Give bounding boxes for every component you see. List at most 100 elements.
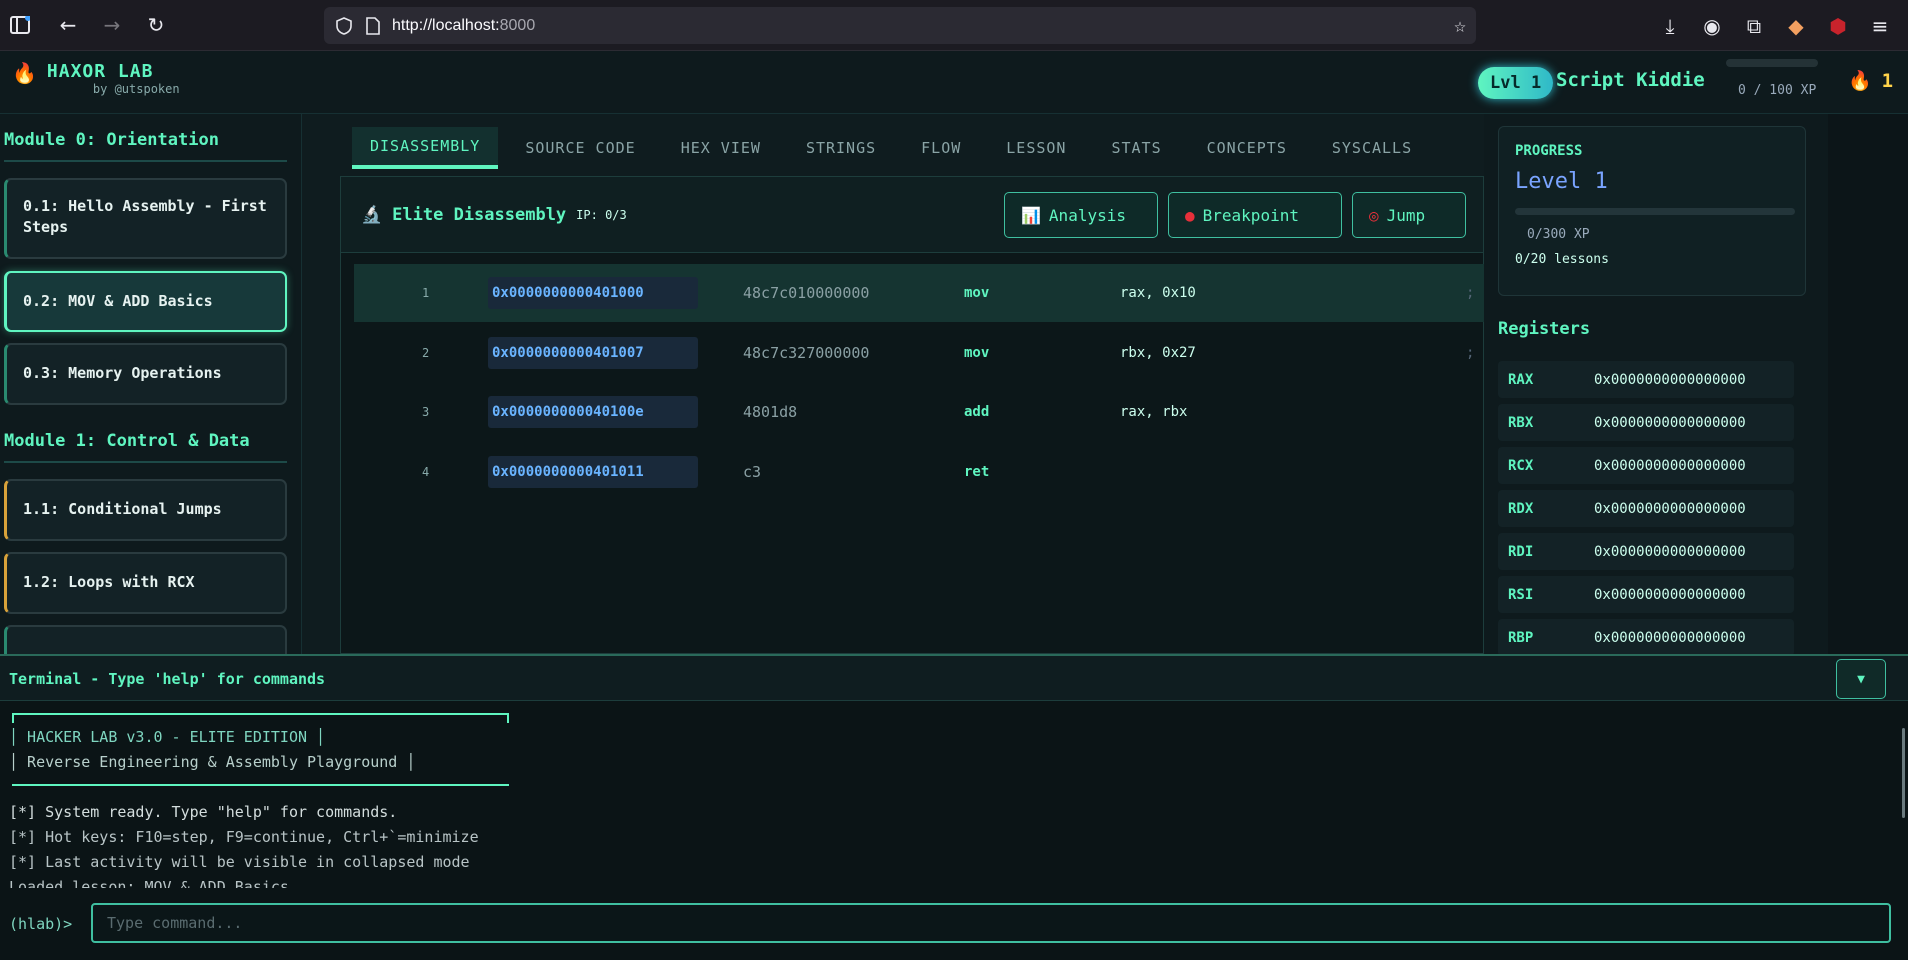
terminal-header: Terminal - Type 'help' for commands ▼ xyxy=(0,656,1908,701)
lesson-item[interactable]: 0.3: Memory Operations xyxy=(4,343,287,405)
terminal-title: Terminal - Type 'help' for commands xyxy=(9,670,326,688)
logo[interactable]: 🔥 HAXOR LAB by @utspoken xyxy=(12,61,180,96)
reload-icon[interactable]: ↻ xyxy=(138,7,174,43)
register-value: 0x0000000000000000 xyxy=(1594,543,1746,560)
tab-concepts[interactable]: CONCEPTS xyxy=(1189,127,1305,169)
terminal-banner xyxy=(12,713,509,786)
xp-bar xyxy=(1726,59,1818,67)
menu-icon[interactable]: ≡ xyxy=(1862,8,1898,44)
instruction-row[interactable]: 4 0x0000000000401011 c3 ret xyxy=(354,443,1485,501)
register-row: RCX 0x0000000000000000 xyxy=(1498,447,1794,484)
register-name: RCX xyxy=(1508,457,1534,474)
command-input[interactable] xyxy=(91,903,1891,943)
lesson-item[interactable] xyxy=(4,625,287,654)
url-text: http://localhost:8000 xyxy=(392,16,536,34)
mnemonic: mov xyxy=(964,285,990,301)
tab-stats[interactable]: STATS xyxy=(1093,127,1179,169)
mnemonic: ret xyxy=(964,464,990,480)
back-icon[interactable]: ← xyxy=(50,7,86,43)
tab-lesson[interactable]: LESSON xyxy=(988,127,1084,169)
line-number: 3 xyxy=(422,405,430,419)
register-row: RBP 0x0000000000000000 xyxy=(1498,619,1794,654)
progress-level: Level 1 xyxy=(1515,169,1608,194)
terminal-scrollbar[interactable] xyxy=(1902,728,1905,818)
register-value: 0x0000000000000000 xyxy=(1594,371,1746,388)
module-title: Module 1: Control & Data xyxy=(4,405,287,463)
operands: rax, rbx xyxy=(1120,404,1188,420)
chart-icon: 📊 xyxy=(1021,205,1041,225)
tab-syscalls[interactable]: SYSCALLS xyxy=(1314,127,1430,169)
address[interactable]: 0x0000000000401011 xyxy=(488,456,698,488)
url-bar[interactable]: http://localhost:8000 ☆ xyxy=(324,7,1476,44)
logo-title: HAXOR LAB xyxy=(46,61,154,82)
lesson-item[interactable]: 1.1: Conditional Jumps xyxy=(4,479,287,541)
breakpoint-button[interactable]: ● Breakpoint xyxy=(1168,192,1342,238)
disassembly-title-text: Elite Disassembly xyxy=(392,205,567,225)
jump-label: Jump xyxy=(1386,205,1426,225)
star-icon[interactable]: ☆ xyxy=(1454,13,1466,37)
register-name: RDX xyxy=(1508,500,1534,517)
ip-indicator: IP: 0/3 xyxy=(576,208,627,222)
tab-strings[interactable]: STRINGS xyxy=(788,127,894,169)
fire-icon: 🔥 xyxy=(1848,70,1872,92)
lesson-item[interactable]: 1.2: Loops with RCX xyxy=(4,552,287,614)
opcode-bytes: 48c7c327000000 xyxy=(743,344,870,362)
info-panel: PROGRESS Level 1 0/300 XP 0/20 lessons R… xyxy=(1484,114,1828,654)
breakpoint-label: Breakpoint xyxy=(1202,205,1299,225)
terminal-line: Loaded lesson: MOV & ADD Basics xyxy=(9,878,289,888)
jump-button[interactable]: ◎ Jump xyxy=(1352,192,1466,238)
terminal-line: [*] Hot keys: F10=step, F9=continue, Ctr… xyxy=(9,828,479,846)
instruction-row[interactable]: 3 0x000000000040100e 4801d8 add rax, rbx xyxy=(354,383,1485,441)
level-badge: Lvl 1 xyxy=(1478,67,1554,99)
operands: rax, 0x10 xyxy=(1120,285,1196,301)
progress-card: PROGRESS Level 1 0/300 XP 0/20 lessons xyxy=(1498,126,1806,296)
disassembly-title: 🔬 Elite Disassembly IP: 0/3 xyxy=(361,205,627,225)
mnemonic: add xyxy=(964,404,990,420)
comment[interactable]: ; xyxy=(1466,285,1474,301)
address[interactable]: 0x0000000000401000 xyxy=(488,277,698,309)
mnemonic: mov xyxy=(964,345,990,361)
flame-icon: 🔥 xyxy=(12,61,37,85)
right-gutter xyxy=(1828,114,1908,654)
tab-hex-view[interactable]: HEX VIEW xyxy=(663,127,779,169)
progress-label: PROGRESS xyxy=(1515,143,1583,159)
addon-icon[interactable]: ◆ xyxy=(1778,8,1814,44)
module-title: Module 0: Orientation xyxy=(4,114,287,162)
tab-disassembly[interactable]: DISASSEMBLY xyxy=(352,127,499,169)
download-icon[interactable]: ⤓ xyxy=(1652,8,1688,44)
disassembly-panel: 🔬 Elite Disassembly IP: 0/3 📊 Analysis ●… xyxy=(340,176,1485,654)
collapse-terminal-button[interactable]: ▼ xyxy=(1836,659,1886,699)
extensions-icon[interactable]: ⧉ xyxy=(1736,8,1772,44)
tab-flow[interactable]: FLOW xyxy=(903,127,979,169)
main-panel: DISASSEMBLY SOURCE CODE HEX VIEW STRINGS… xyxy=(302,114,1485,654)
ublock-icon[interactable]: ⬢ xyxy=(1820,8,1856,44)
account-icon[interactable]: ◉ xyxy=(1694,8,1730,44)
target-icon: ◎ xyxy=(1369,205,1379,225)
browser-toolbar: ← → ↻ http://localhost:8000 ☆ ⤓ ◉ ⧉ ◆ ⬢ … xyxy=(0,0,1908,51)
address[interactable]: 0x000000000040100e xyxy=(488,396,698,428)
forward-icon[interactable]: → xyxy=(94,7,130,43)
register-row: RDI 0x0000000000000000 xyxy=(1498,533,1794,570)
banner-line: │ HACKER LAB v3.0 - ELITE EDITION │ xyxy=(9,728,326,746)
lesson-item-active[interactable]: 0.2: MOV & ADD Basics xyxy=(4,271,287,332)
comment[interactable]: ; xyxy=(1466,345,1474,361)
register-value: 0x0000000000000000 xyxy=(1594,586,1746,603)
tab-source-code[interactable]: SOURCE CODE xyxy=(507,127,653,169)
address[interactable]: 0x0000000000401007 xyxy=(488,337,698,369)
register-row: RDX 0x0000000000000000 xyxy=(1498,490,1794,527)
register-name: RAX xyxy=(1508,371,1534,388)
breakpoint-icon: ● xyxy=(1185,205,1195,225)
instruction-row[interactable]: 1 0x0000000000401000 48c7c010000000 mov … xyxy=(354,264,1485,322)
microscope-icon: 🔬 xyxy=(361,205,383,225)
terminal-line: [*] Last activity will be visible in col… xyxy=(9,853,470,871)
sidebar-icon[interactable] xyxy=(2,7,38,43)
lesson-item[interactable]: 0.1: Hello Assembly - First Steps xyxy=(4,178,287,259)
progress-xp: 0/300 XP xyxy=(1527,227,1590,242)
analysis-button[interactable]: 📊 Analysis xyxy=(1004,192,1158,238)
shield-icon xyxy=(336,16,352,35)
register-name: RSI xyxy=(1508,586,1534,603)
terminal-prompt: (hlab)> xyxy=(9,915,73,933)
register-value: 0x0000000000000000 xyxy=(1594,414,1746,431)
lesson-sidebar: Module 0: Orientation 0.1: Hello Assembl… xyxy=(0,114,302,654)
instruction-row[interactable]: 2 0x0000000000401007 48c7c327000000 mov … xyxy=(354,324,1485,382)
